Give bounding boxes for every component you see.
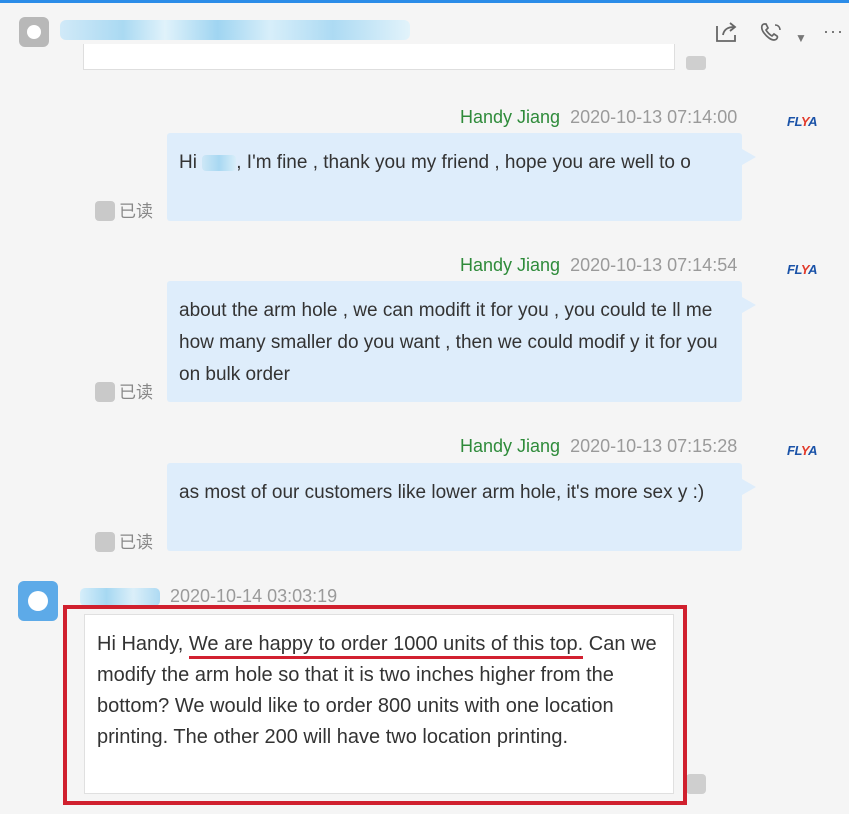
message-bubble: Hi , I'm fine , thank you my friend , ho… — [167, 133, 756, 221]
read-menu-icon[interactable] — [95, 531, 115, 552]
customer-avatar[interactable] — [18, 581, 58, 621]
contact-avatar[interactable] — [19, 17, 49, 47]
message-time: 2020-10-14 03:03:19 — [170, 586, 338, 606]
message-bubble: as most of our customers like lower arm … — [167, 463, 756, 551]
read-status: 已读 — [95, 528, 153, 554]
more-icon[interactable]: ··· — [823, 20, 844, 42]
message-text: as most of our customers like lower arm … — [179, 482, 705, 503]
header-accent-line — [0, 0, 849, 3]
message-menu-icon[interactable] — [686, 774, 706, 794]
message-text: , I'm fine , thank you my friend , hope … — [236, 152, 691, 173]
message-menu-icon[interactable] — [686, 56, 706, 70]
contact-name-redacted — [60, 20, 410, 40]
read-menu-icon[interactable] — [95, 381, 115, 402]
read-status: 已读 — [95, 378, 153, 404]
sender-logo[interactable]: FLYA — [787, 262, 825, 280]
highlight-annotation-box — [63, 605, 687, 805]
message-bubble: about the arm hole , we can modift it fo… — [167, 281, 756, 402]
sender-name: Handy Jiang — [460, 107, 561, 127]
message-time: 2020-10-13 07:14:54 — [570, 255, 738, 275]
chevron-down-icon[interactable]: ▼ — [795, 27, 807, 49]
message-text: about the arm hole , we can modift it fo… — [179, 300, 718, 385]
phone-icon[interactable] — [758, 21, 788, 43]
sender-logo[interactable]: FLYA — [787, 114, 825, 132]
sender-logo[interactable]: FLYA — [787, 443, 825, 461]
message-time: 2020-10-13 07:14:00 — [570, 107, 738, 127]
message-header: Handy Jiang 2020-10-13 07:14:54 — [460, 255, 737, 276]
sender-name: Handy Jiang — [460, 436, 561, 456]
name-redacted — [202, 154, 237, 171]
customer-name-redacted — [80, 588, 160, 606]
share-icon[interactable] — [714, 21, 740, 43]
previous-message-bubble — [83, 44, 675, 70]
message-time: 2020-10-13 07:15:28 — [570, 436, 738, 456]
message-header: Handy Jiang 2020-10-13 07:14:00 — [460, 107, 737, 128]
sender-name: Handy Jiang — [460, 255, 561, 275]
read-menu-icon[interactable] — [95, 200, 115, 221]
read-status: 已读 — [95, 197, 153, 223]
message-header: Handy Jiang 2020-10-13 07:15:28 — [460, 436, 737, 457]
